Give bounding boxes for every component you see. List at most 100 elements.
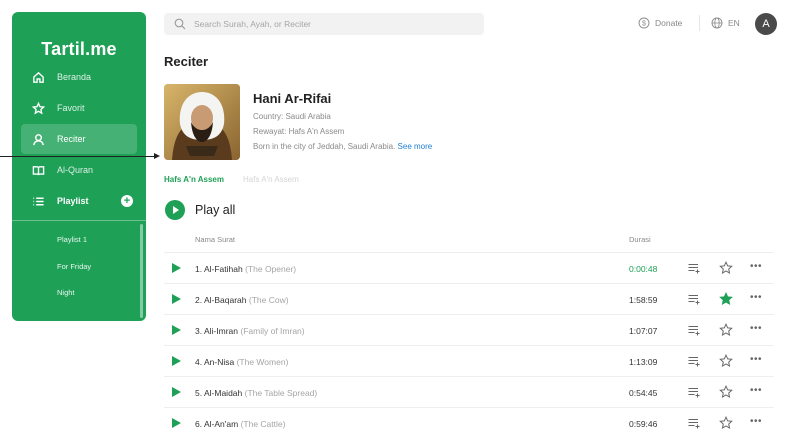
play-icon[interactable] — [172, 418, 181, 428]
sidebar-item-reciter[interactable]: Reciter — [21, 124, 137, 154]
see-more-link[interactable]: See more — [398, 142, 433, 151]
reciter-name: Hani Ar-Rifai — [253, 91, 332, 106]
surah-duration: 0:54:45 — [629, 388, 658, 398]
star-icon[interactable] — [719, 354, 733, 368]
add-to-queue-icon[interactable] — [688, 325, 701, 336]
topbar-divider — [699, 15, 700, 31]
app-root: Tartil.me Beranda Favorit Reciter Al-Qur… — [0, 0, 790, 444]
surah-duration: 0:00:48 — [629, 264, 658, 274]
star-icon[interactable] — [719, 385, 733, 399]
add-to-queue-icon[interactable] — [688, 294, 701, 305]
sidebar-item-label: Favorit — [57, 103, 85, 113]
play-icon[interactable] — [172, 325, 181, 335]
surah-translation: (Family of Imran) — [240, 326, 305, 336]
surah-duration: 1:13:09 — [629, 357, 658, 367]
more-options-icon[interactable]: ••• — [750, 261, 762, 272]
star-icon — [31, 101, 45, 115]
play-icon[interactable] — [172, 263, 181, 273]
play-icon[interactable] — [172, 387, 181, 397]
more-options-icon[interactable]: ••• — [750, 385, 762, 396]
sidebar-divider — [12, 220, 146, 221]
star-icon[interactable] — [719, 416, 733, 430]
surah-title[interactable]: 1. Al-Fatihah (The Opener) — [195, 264, 296, 274]
playlist-item[interactable]: Playlist 1 — [57, 235, 87, 244]
table-row[interactable]: 2. Al-Baqarah (The Cow) 1:58:59 ••• — [164, 283, 774, 314]
star-icon[interactable] — [719, 261, 733, 275]
sidebar-item-beranda[interactable]: Beranda — [21, 62, 137, 92]
surah-translation: (The Opener) — [245, 264, 297, 274]
more-options-icon[interactable]: ••• — [750, 323, 762, 334]
surah-title[interactable]: 4. An-Nisa (The Women) — [195, 357, 288, 367]
sidebar-item-al-quran[interactable]: Al-Quran — [21, 155, 137, 185]
play-all-label[interactable]: Play all — [195, 203, 235, 217]
user-icon — [31, 132, 45, 146]
table-row[interactable]: 6. Al-An'am (The Cattle) 0:59:46 ••• — [164, 407, 774, 438]
language-selector[interactable]: EN — [711, 17, 740, 29]
surah-name: 1. Al-Fatihah — [195, 264, 243, 274]
globe-icon — [711, 17, 723, 29]
surah-title[interactable]: 6. Al-An'am (The Cattle) — [195, 419, 285, 429]
donate-label: Donate — [655, 18, 683, 28]
more-options-icon[interactable]: ••• — [750, 354, 762, 365]
surah-duration: 0:59:46 — [629, 419, 658, 429]
donate-link[interactable]: $ Donate — [638, 17, 682, 29]
star-icon[interactable] — [719, 323, 733, 337]
column-header-duration: Durasi — [629, 235, 651, 244]
reciter-bio: Born in the city of Jeddah, Saudi Arabia… — [253, 142, 432, 151]
surah-duration: 1:58:59 — [629, 295, 658, 305]
surah-name: 4. An-Nisa — [195, 357, 235, 367]
table-row[interactable]: 1. Al-Fatihah (The Opener) 0:00:48 ••• — [164, 252, 774, 283]
search-input[interactable] — [194, 19, 474, 29]
add-playlist-button[interactable]: + — [121, 195, 133, 207]
tab-hafs-active[interactable]: Hafs A'n Assem — [164, 175, 224, 184]
column-header-name: Nama Surat — [195, 235, 236, 244]
sidebar-item-label: Beranda — [57, 72, 92, 82]
search-bar[interactable] — [164, 13, 484, 35]
tab-hafs-inactive[interactable]: Hafs A'n Assem — [243, 175, 299, 184]
star-filled-icon[interactable] — [719, 292, 733, 306]
surah-title[interactable]: 3. Ali-Imran (Family of Imran) — [195, 326, 305, 336]
surah-name: 2. Al-Baqarah — [195, 295, 247, 305]
language-label: EN — [728, 18, 740, 28]
more-options-icon[interactable]: ••• — [750, 292, 762, 303]
table-row[interactable]: 3. Ali-Imran (Family of Imran) 1:07:07 ••• — [164, 314, 774, 345]
sidebar-item-label: Reciter — [57, 134, 86, 144]
sidebar-item-playlist[interactable]: Playlist + — [21, 186, 137, 216]
avatar[interactable]: A — [755, 13, 777, 35]
reciter-country: Country: Saudi Arabia — [253, 112, 331, 121]
more-options-icon[interactable]: ••• — [750, 416, 762, 427]
surah-duration: 1:07:07 — [629, 326, 658, 336]
add-to-queue-icon[interactable] — [688, 356, 701, 367]
surah-name: 6. Al-An'am — [195, 419, 239, 429]
play-all-button[interactable] — [165, 200, 185, 220]
sidebar-item-favorit[interactable]: Favorit — [21, 93, 137, 123]
sidebar-item-label: Al-Quran — [57, 165, 94, 175]
annotation-arrow-line — [0, 156, 154, 157]
home-icon — [31, 70, 45, 84]
add-to-queue-icon[interactable] — [688, 418, 701, 429]
sidebar-scrollbar[interactable] — [140, 224, 143, 318]
add-to-queue-icon[interactable] — [688, 263, 701, 274]
add-to-queue-icon[interactable] — [688, 387, 701, 398]
playlist-item[interactable]: Night — [57, 288, 75, 297]
surah-title[interactable]: 5. Al-Maidah (The Table Spread) — [195, 388, 317, 398]
play-icon[interactable] — [172, 356, 181, 366]
book-icon — [31, 163, 45, 177]
search-icon — [174, 18, 186, 30]
surah-title[interactable]: 2. Al-Baqarah (The Cow) — [195, 295, 289, 305]
sidebar: Tartil.me Beranda Favorit Reciter Al-Qur… — [12, 12, 146, 321]
surah-translation: (The Table Spread) — [244, 388, 318, 398]
surah-name: 3. Ali-Imran — [195, 326, 238, 336]
table-row[interactable]: 4. An-Nisa (The Women) 1:13:09 ••• — [164, 345, 774, 376]
playlist-item[interactable]: For Friday — [57, 262, 91, 271]
surah-name: 5. Al-Maidah — [195, 388, 243, 398]
surah-translation: (The Cow) — [248, 295, 289, 305]
surah-translation: (The Women) — [236, 357, 289, 367]
list-icon — [31, 194, 45, 208]
annotation-arrow-head — [154, 153, 160, 159]
reciter-photo — [164, 84, 240, 160]
table-row[interactable]: 5. Al-Maidah (The Table Spread) 0:54:45 ••… — [164, 376, 774, 407]
play-icon[interactable] — [172, 294, 181, 304]
app-logo[interactable]: Tartil.me — [12, 39, 146, 60]
dollar-icon: $ — [638, 17, 650, 29]
